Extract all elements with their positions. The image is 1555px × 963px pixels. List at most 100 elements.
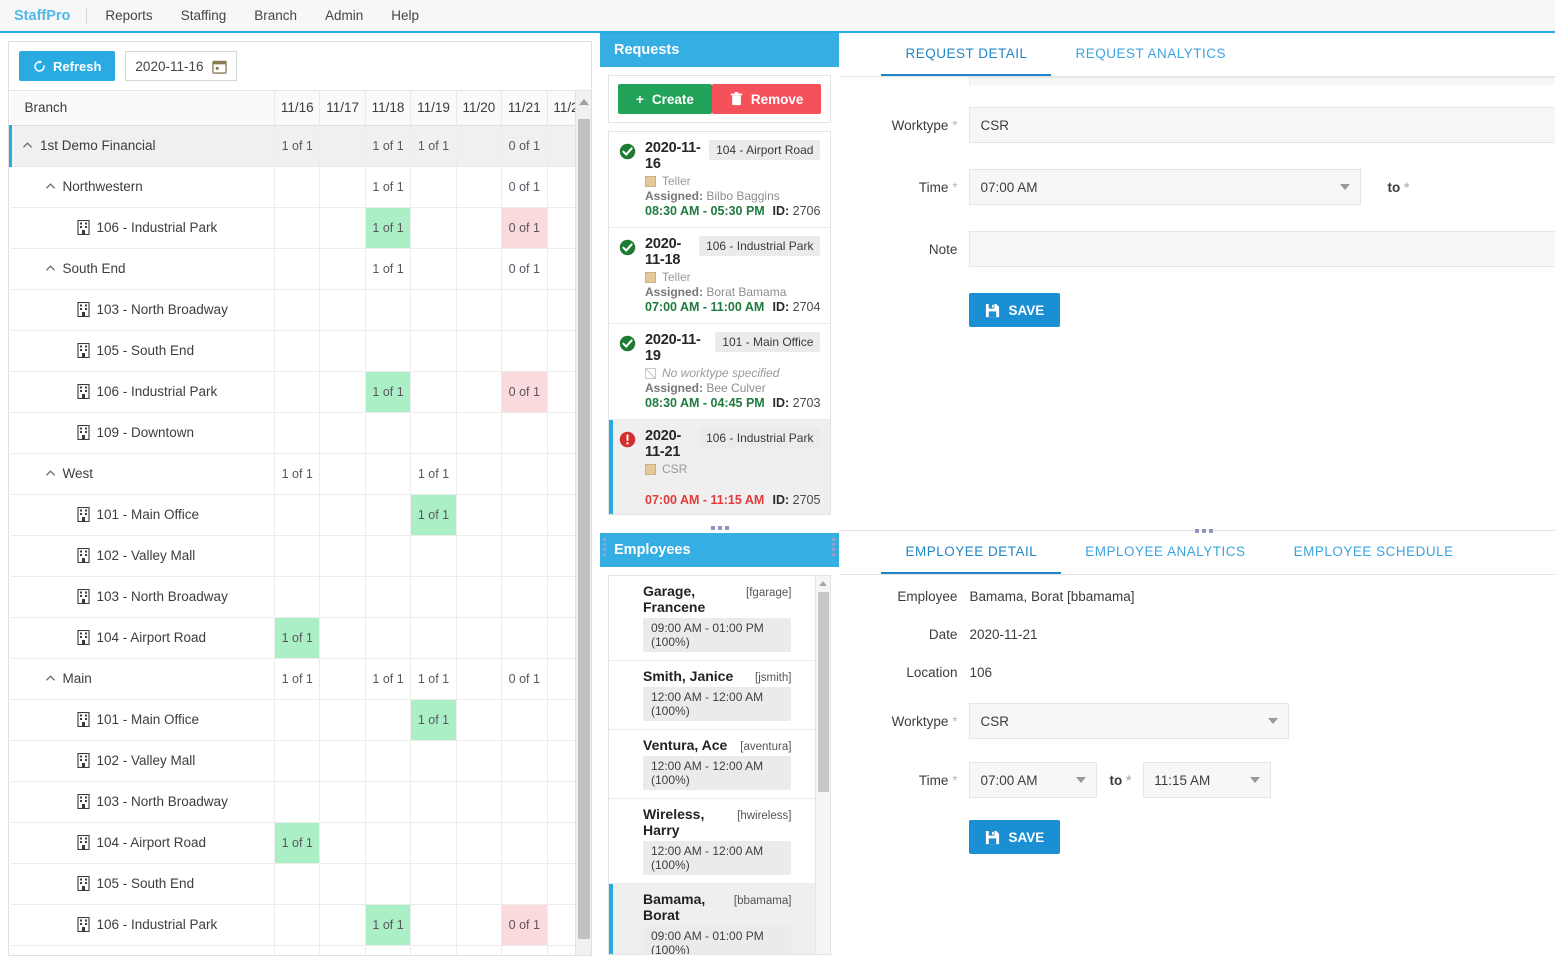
grid-cell[interactable]: [365, 576, 410, 617]
detail-horizontal-splitter[interactable]: [839, 530, 1555, 531]
grid-row-branch-cell[interactable]: 105 - South End: [11, 330, 275, 371]
grid-cell[interactable]: [502, 822, 547, 863]
grid-cell[interactable]: [365, 945, 410, 955]
grid-cell[interactable]: [275, 371, 320, 412]
branch-grid-scroll-area[interactable]: Branch 11/16 11/17 11/18 11/19 11/20 11/…: [9, 90, 591, 955]
grid-cell[interactable]: [275, 412, 320, 453]
grid-cell[interactable]: [411, 207, 456, 248]
grid-cell[interactable]: [456, 453, 501, 494]
grid-cell[interactable]: [320, 658, 365, 699]
grid-cell[interactable]: [411, 289, 456, 330]
remove-request-button[interactable]: Remove: [712, 84, 822, 114]
grid-header-date-3[interactable]: 11/19: [411, 91, 456, 125]
grid-cell[interactable]: [320, 535, 365, 576]
grid-cell[interactable]: [275, 863, 320, 904]
grid-cell[interactable]: [411, 576, 456, 617]
grid-cell[interactable]: [411, 740, 456, 781]
grid-row[interactable]: 109 - Downtown: [11, 412, 592, 453]
grid-cell[interactable]: [365, 617, 410, 658]
nav-item-staffing[interactable]: Staffing: [167, 0, 241, 31]
grid-cell[interactable]: [502, 863, 547, 904]
grid-cell[interactable]: [275, 904, 320, 945]
grid-row[interactable]: Northwestern1 of 10 of 1: [11, 166, 592, 207]
grid-row-branch-cell[interactable]: 101 - Main Office: [11, 494, 275, 535]
grid-row[interactable]: 102 - Valley Mall: [11, 535, 592, 576]
grid-row[interactable]: 106 - Industrial Park1 of 10 of 1: [11, 371, 592, 412]
grid-cell[interactable]: [275, 207, 320, 248]
grid-cell[interactable]: [411, 535, 456, 576]
request-worktype-field[interactable]: CSR: [969, 107, 1555, 143]
employee-save-button[interactable]: SAVE: [969, 820, 1060, 854]
grid-cell[interactable]: [275, 330, 320, 371]
grid-row[interactable]: 102 - Valley Mall: [11, 740, 592, 781]
grid-cell[interactable]: [411, 166, 456, 207]
nav-item-reports[interactable]: Reports: [91, 0, 166, 31]
grid-cell[interactable]: [320, 822, 365, 863]
employees-scrollbar-thumb[interactable]: [818, 592, 829, 792]
grid-cell[interactable]: [456, 125, 501, 166]
grid-cell[interactable]: 0 of 1: [502, 207, 547, 248]
grid-cell[interactable]: [320, 289, 365, 330]
request-list-item[interactable]: 2020-11-18106 - Industrial ParkTellerAss…: [609, 228, 830, 324]
grid-row-branch-cell[interactable]: 102 - Valley Mall: [11, 740, 275, 781]
employee-list-item[interactable]: Ventura, Ace[aventura]12:00 AM - 12:00 A…: [609, 730, 815, 799]
grid-cell[interactable]: [456, 330, 501, 371]
grid-cell[interactable]: [320, 781, 365, 822]
grid-cell[interactable]: [320, 863, 365, 904]
request-list-item[interactable]: 2020-11-16104 - Airport RoadTellerAssign…: [609, 132, 830, 228]
grid-row[interactable]: 107 - University: [11, 945, 592, 955]
tab-request-detail[interactable]: REQUEST DETAIL: [881, 33, 1051, 76]
grid-cell[interactable]: [456, 576, 501, 617]
employees-list[interactable]: Garage, Francene[fgarage]09:00 AM - 01:0…: [608, 575, 831, 955]
grid-row-branch-cell[interactable]: Northwestern: [11, 166, 275, 207]
grid-row-branch-cell[interactable]: Main: [11, 658, 275, 699]
grid-row-branch-cell[interactable]: 104 - Airport Road: [11, 617, 275, 658]
grid-cell[interactable]: 0 of 1: [502, 371, 547, 412]
grid-cell[interactable]: [502, 945, 547, 955]
grid-row-branch-cell[interactable]: 109 - Downtown: [11, 412, 275, 453]
grid-cell[interactable]: [411, 781, 456, 822]
grid-cell[interactable]: [502, 412, 547, 453]
grid-cell[interactable]: [320, 494, 365, 535]
grid-cell[interactable]: [275, 945, 320, 955]
grid-cell[interactable]: [365, 289, 410, 330]
grid-cell[interactable]: [502, 494, 547, 535]
grid-header-branch[interactable]: Branch: [11, 91, 275, 125]
grid-cell[interactable]: 1 of 1: [365, 371, 410, 412]
grid-cell[interactable]: [456, 494, 501, 535]
grid-cell[interactable]: [320, 617, 365, 658]
grid-row-branch-cell[interactable]: West: [11, 453, 275, 494]
grid-cell[interactable]: [275, 740, 320, 781]
grid-cell[interactable]: [411, 822, 456, 863]
grid-row[interactable]: 106 - Industrial Park1 of 10 of 1: [11, 207, 592, 248]
grid-cell[interactable]: [411, 945, 456, 955]
request-list-item[interactable]: 2020-11-21106 - Industrial ParkCSR07:00 …: [609, 420, 830, 515]
grid-cell[interactable]: [365, 412, 410, 453]
grid-cell[interactable]: 1 of 1: [365, 125, 410, 166]
employee-list-item[interactable]: Smith, Janice[jsmith]12:00 AM - 12:00 AM…: [609, 661, 815, 730]
grid-cell[interactable]: [320, 453, 365, 494]
create-request-button[interactable]: + Create: [618, 84, 712, 114]
grid-cell[interactable]: [275, 248, 320, 289]
grid-cell[interactable]: [502, 617, 547, 658]
grid-cell[interactable]: [275, 699, 320, 740]
employee-list-item[interactable]: Garage, Francene[fgarage]09:00 AM - 01:0…: [609, 576, 815, 661]
grid-cell[interactable]: [320, 330, 365, 371]
grid-cell[interactable]: 1 of 1: [275, 453, 320, 494]
grid-cell[interactable]: 1 of 1: [365, 248, 410, 289]
grid-cell[interactable]: [411, 904, 456, 945]
grid-cell[interactable]: [411, 863, 456, 904]
grid-cell[interactable]: [320, 125, 365, 166]
grid-cell[interactable]: [456, 822, 501, 863]
branch-grid-scrollbar[interactable]: [575, 91, 591, 955]
nav-item-help[interactable]: Help: [377, 0, 433, 31]
grid-cell[interactable]: [456, 289, 501, 330]
grid-row-branch-cell[interactable]: 101 - Main Office: [11, 699, 275, 740]
grid-cell[interactable]: [456, 781, 501, 822]
grid-cell[interactable]: [502, 535, 547, 576]
grid-row[interactable]: 106 - Industrial Park1 of 10 of 1: [11, 904, 592, 945]
grid-cell[interactable]: [502, 740, 547, 781]
grid-cell[interactable]: 1 of 1: [411, 494, 456, 535]
grid-row[interactable]: 101 - Main Office1 of 1: [11, 699, 592, 740]
grid-cell[interactable]: [456, 535, 501, 576]
